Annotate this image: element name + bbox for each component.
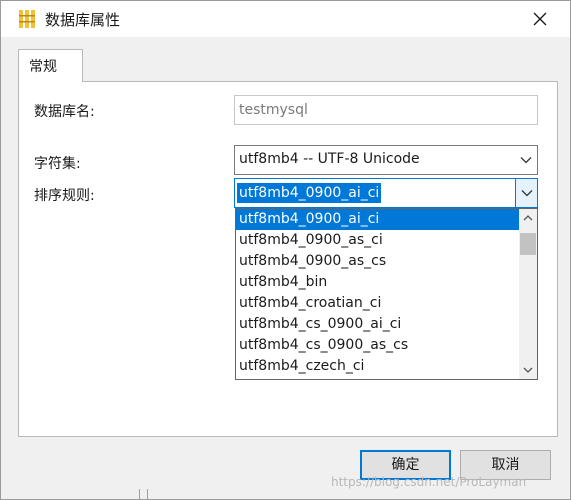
- collation-option[interactable]: utf8mb4_czech_ci: [236, 356, 519, 377]
- collation-option[interactable]: utf8mb4_0900_as_cs: [236, 251, 519, 272]
- chevron-down-icon[interactable]: [515, 146, 537, 174]
- collation-label: 排序规则:: [34, 188, 95, 204]
- collation-option[interactable]: utf8mb4_bin: [236, 272, 519, 293]
- collation-option[interactable]: utf8mb4_0900_as_ci: [236, 230, 519, 251]
- charset-select[interactable]: utf8mb4 -- UTF-8 Unicode: [234, 145, 538, 175]
- chevron-down-icon[interactable]: [515, 179, 537, 207]
- title-bar: 数据库属性: [1, 1, 570, 37]
- tab-general-label: 常规: [29, 59, 57, 75]
- collation-select-value: utf8mb4_0900_ai_ci: [237, 183, 382, 203]
- collation-select[interactable]: utf8mb4_0900_ai_ci: [234, 178, 538, 208]
- chevron-down-icon[interactable]: [519, 361, 537, 379]
- divider: [139, 489, 140, 499]
- divider: [147, 489, 148, 499]
- collation-option[interactable]: utf8mb4_cs_0900_as_cs: [236, 335, 519, 356]
- close-button[interactable]: [523, 5, 557, 33]
- collation-dropdown-list[interactable]: utf8mb4_0900_ai_ci utf8mb4_0900_as_ci ut…: [235, 208, 538, 380]
- close-icon: [533, 12, 547, 26]
- database-properties-dialog: 数据库属性 常规 数据库名: 字符集: utf8mb4 -- UTF-8 Uni…: [0, 0, 571, 500]
- watermark: https://blog.csdn.net/ProLayman: [331, 475, 527, 489]
- db-name-label: 数据库名:: [34, 104, 95, 120]
- scrollbar-thumb[interactable]: [520, 233, 536, 255]
- collation-option[interactable]: utf8mb4_croatian_ci: [236, 293, 519, 314]
- collation-option[interactable]: utf8mb4_0900_ai_ci: [236, 209, 519, 230]
- database-icon: [19, 10, 35, 28]
- collation-option[interactable]: utf8mb4_cs_0900_ai_ci: [236, 314, 519, 335]
- chevron-up-icon[interactable]: [519, 209, 537, 227]
- tab-general[interactable]: 常规: [18, 49, 83, 82]
- window-title: 数据库属性: [45, 11, 121, 29]
- charset-select-value: utf8mb4 -- UTF-8 Unicode: [239, 151, 420, 167]
- db-name-input[interactable]: [234, 95, 538, 125]
- dropdown-scrollbar[interactable]: [519, 209, 537, 379]
- charset-label: 字符集:: [34, 156, 81, 172]
- collation-options: utf8mb4_0900_ai_ci utf8mb4_0900_as_ci ut…: [236, 209, 519, 379]
